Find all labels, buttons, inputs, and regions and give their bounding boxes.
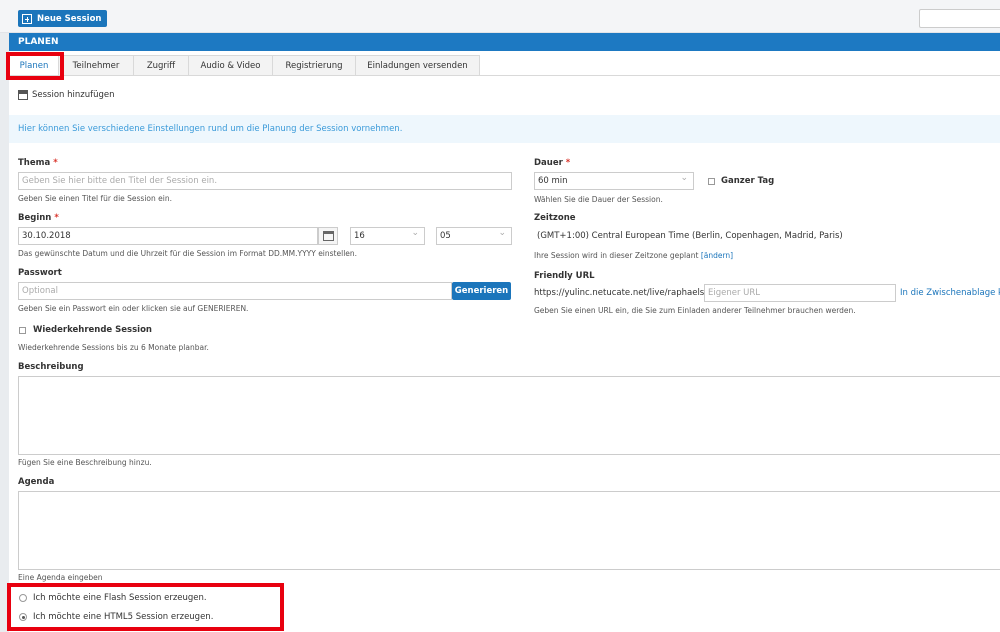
calendar-icon [322,231,334,241]
beginn-date-input[interactable]: 30.10.2018 [18,227,318,245]
search-input[interactable] [919,9,1000,28]
passwort-input[interactable]: Optional [18,282,452,300]
friendly-url-help: Geben Sie einen URL ein, die Sie zum Ein… [534,306,856,315]
zeitzone-change-link[interactable]: [ändern] [701,251,733,260]
panel-title: PLANEN [9,33,1000,51]
beginn-minute-select[interactable]: 05 [436,227,512,245]
new-session-label: Neue Session [37,13,102,24]
info-banner: Hier können Sie verschiedene Einstellung… [9,115,1000,143]
new-session-button[interactable]: Neue Session [18,10,108,27]
beschreibung-label: Beschreibung [18,362,84,372]
tab-audio-video[interactable]: Audio & Video [189,55,273,76]
planen-panel: PLANEN Planen Teilnehmer Zugriff Audio &… [9,33,1000,632]
friendly-url-input[interactable]: Eigener URL [704,284,896,302]
recurring-checkbox[interactable] [19,327,26,334]
generieren-button[interactable]: Generieren [452,282,511,300]
beginn-label: Beginn * [18,213,59,223]
ganzer-tag-label: Ganzer Tag [721,176,775,186]
friendly-url-label: Friendly URL [534,271,595,281]
recurring-help: Wiederkehrende Sessions bis zu 6 Monate … [18,343,209,352]
beschreibung-textarea[interactable] [18,376,1000,455]
add-session-label: Session hinzufügen [32,90,115,100]
recurring-label: Wiederkehrende Session [33,325,152,335]
zeitzone-help: Ihre Session wird in dieser Zeitzone gep… [534,251,734,260]
beschreibung-help: Fügen Sie eine Beschreibung hinzu. [18,458,152,467]
friendly-url-prefix: https://yulinc.netucate.net/live/raphael… [534,288,708,298]
thema-input[interactable]: Geben Sie hier bitte den Titel der Sessi… [18,172,512,190]
agenda-label: Agenda [18,477,55,487]
tab-registrierung[interactable]: Registrierung [273,55,356,76]
agenda-help: Eine Agenda eingeben [18,573,103,582]
add-session-heading: Session hinzufügen [18,90,115,100]
tab-bar: Planen Teilnehmer Zugriff Audio & Video … [9,55,480,76]
passwort-label: Passwort [18,268,62,278]
dauer-label: Dauer * [534,158,571,168]
ganzer-tag-checkbox[interactable] [708,178,715,185]
highlight-session-type [7,583,284,631]
tab-teilnehmer[interactable]: Teilnehmer [59,55,134,76]
thema-label: Thema * [18,158,58,168]
beginn-hour-select[interactable]: 16 [350,227,425,245]
thema-help: Geben Sie einen Titel für die Session ei… [18,194,172,203]
passwort-help: Geben Sie ein Passwort ein oder klicken … [18,304,249,313]
zeitzone-value: (GMT+1:00) Central European Time (Berlin… [537,231,843,241]
tab-zugriff[interactable]: Zugriff [134,55,189,76]
top-toolbar: Neue Session [0,0,1000,33]
highlight-planen-tab [6,52,64,80]
plus-square-icon [22,13,32,24]
beginn-help: Das gewünschte Datum und die Uhrzeit für… [18,249,358,258]
calendar-picker-button[interactable] [318,227,338,245]
agenda-textarea[interactable] [18,491,1000,570]
dauer-help: Wählen Sie die Dauer der Session. [534,195,663,204]
dauer-select[interactable]: 60 min [534,172,694,190]
tab-divider [9,75,1000,76]
calendar-add-icon [18,90,28,100]
zeitzone-label: Zeitzone [534,213,576,223]
copy-to-clipboard-link[interactable]: In die Zwischenablage ko [900,288,1000,298]
tab-einladungen-versenden[interactable]: Einladungen versenden [356,55,480,76]
